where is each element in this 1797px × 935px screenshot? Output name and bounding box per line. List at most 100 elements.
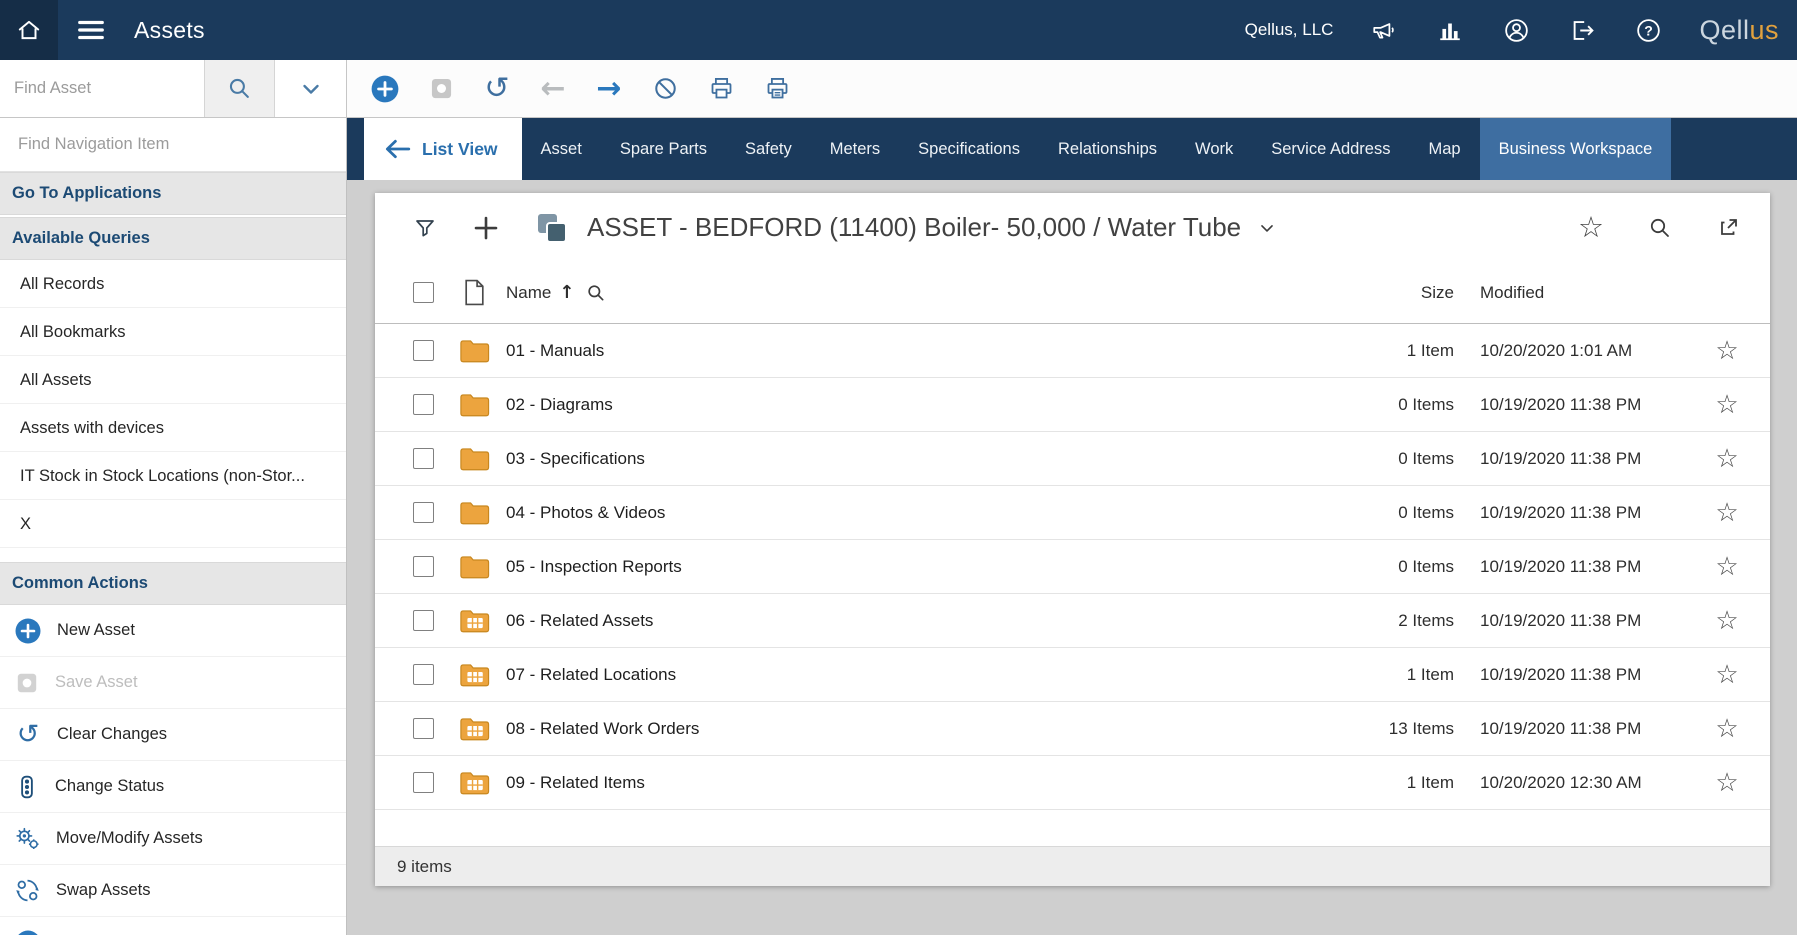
row-favorite-button[interactable]: ☆ [1715,608,1738,634]
row-name-link[interactable]: 07 - Related Locations [506,665,1304,685]
table-row[interactable]: 04 - Photos & Videos 0 Items 10/19/2020 … [375,486,1770,540]
open-workspace-button[interactable] [1716,216,1740,240]
table-row[interactable]: 02 - Diagrams 0 Items 10/19/2020 11:38 P… [375,378,1770,432]
account-button[interactable] [1501,15,1531,45]
add-item-button[interactable] [471,213,501,243]
column-header-size[interactable]: Size [1304,283,1454,303]
row-checkbox[interactable] [413,772,434,793]
table-row[interactable]: 01 - Manuals 1 Item 10/20/2020 1:01 AM ☆ [375,324,1770,378]
query-item-assets-with-devices[interactable]: Assets with devices [0,404,346,452]
find-asset-search-button[interactable] [204,60,274,117]
query-item-x[interactable]: X [0,500,346,548]
column-header-name[interactable]: Name [506,283,551,303]
tab-business-workspace[interactable]: Business Workspace [1480,118,1672,180]
query-item-it-stock[interactable]: IT Stock in Stock Locations (non-Stor... [0,452,346,500]
save-record-button [425,73,457,105]
row-favorite-button[interactable]: ☆ [1715,392,1738,418]
table-row[interactable]: 09 - Related Items 1 Item 10/20/2020 12:… [375,756,1770,810]
tab-spare-parts[interactable]: Spare Parts [601,118,726,180]
table-row[interactable]: 06 - Related Assets 2 Items 10/19/2020 1… [375,594,1770,648]
list-view-tab[interactable]: List View [364,118,522,180]
logout-button[interactable] [1567,15,1597,45]
query-item-all-bookmarks[interactable]: All Bookmarks [0,308,346,356]
filter-button[interactable] [413,216,437,240]
action-associate-users-custodians[interactable]: Associate Users and Custodians [0,917,346,935]
row-checkbox[interactable] [413,556,434,577]
favorite-button[interactable]: ☆ [1578,213,1604,242]
find-navigation-input[interactable] [18,135,328,154]
row-favorite-button[interactable]: ☆ [1715,446,1738,472]
row-name-link[interactable]: 08 - Related Work Orders [506,719,1304,739]
print-button[interactable] [705,73,737,105]
row-size: 13 Items [1304,719,1454,739]
tab-safety[interactable]: Safety [726,118,811,180]
tab-specifications[interactable]: Specifications [899,118,1039,180]
action-change-status[interactable]: Change Status [0,761,346,813]
tab-work[interactable]: Work [1176,118,1252,180]
section-go-to-applications[interactable]: Go To Applications [0,172,346,215]
column-header-modified[interactable]: Modified [1454,283,1684,303]
plus-circle-icon [14,617,42,645]
action-swap-assets[interactable]: Swap Assets [0,865,346,917]
section-common-actions[interactable]: Common Actions [0,562,346,605]
row-checkbox[interactable] [413,718,434,739]
workspace-search-button[interactable] [1648,216,1672,240]
table-row[interactable]: 05 - Inspection Reports 0 Items 10/19/20… [375,540,1770,594]
row-favorite-button[interactable]: ☆ [1715,716,1738,742]
help-button[interactable]: ? [1633,15,1663,45]
column-search-button[interactable] [586,283,606,303]
cancel-record-button[interactable] [649,73,681,105]
row-checkbox[interactable] [413,664,434,685]
action-new-asset[interactable]: New Asset [0,605,346,657]
row-checkbox[interactable] [413,502,434,523]
row-modified: 10/19/2020 11:38 PM [1454,611,1684,631]
menu-button[interactable] [58,0,124,60]
row-favorite-button[interactable]: ☆ [1715,554,1738,580]
tab-meters[interactable]: Meters [811,118,899,180]
select-all-checkbox[interactable] [413,282,434,303]
kpi-button[interactable] [1435,15,1465,45]
row-checkbox[interactable] [413,394,434,415]
row-name-link[interactable]: 06 - Related Assets [506,611,1304,631]
action-move-modify-assets[interactable]: Move/Modify Assets [0,813,346,865]
section-available-queries[interactable]: Available Queries [0,217,346,260]
find-navigation-group [0,118,346,172]
row-name-link[interactable]: 09 - Related Items [506,773,1304,793]
row-checkbox[interactable] [413,610,434,631]
row-name-link[interactable]: 01 - Manuals [506,341,1304,361]
row-checkbox[interactable] [413,448,434,469]
title-dropdown-button[interactable] [1257,218,1277,238]
tab-relationships[interactable]: Relationships [1039,118,1176,180]
query-item-all-records[interactable]: All Records [0,260,346,308]
row-size: 1 Item [1304,773,1454,793]
query-item-all-assets[interactable]: All Assets [0,356,346,404]
row-checkbox[interactable] [413,340,434,361]
folder-icon [459,446,490,472]
action-clear-changes[interactable]: ↺ Clear Changes [0,709,346,761]
find-asset-input[interactable] [0,60,204,117]
new-record-button[interactable] [369,73,401,105]
tab-service-address[interactable]: Service Address [1252,118,1409,180]
row-favorite-button[interactable]: ☆ [1715,500,1738,526]
row-name-link[interactable]: 05 - Inspection Reports [506,557,1304,577]
row-name-link[interactable]: 04 - Photos & Videos [506,503,1304,523]
tab-map[interactable]: Map [1409,118,1479,180]
row-modified: 10/19/2020 11:38 PM [1454,503,1684,523]
undo-button[interactable]: ↺ [481,73,513,105]
announcements-button[interactable] [1369,15,1399,45]
row-favorite-button[interactable]: ☆ [1715,338,1738,364]
row-name-link[interactable]: 02 - Diagrams [506,395,1304,415]
tab-asset[interactable]: Asset [522,118,601,180]
table-row[interactable]: 03 - Specifications 0 Items 10/19/2020 1… [375,432,1770,486]
print-preview-button[interactable] [761,73,793,105]
find-asset-dropdown-button[interactable] [274,60,346,117]
filter-funnel-icon [413,216,437,240]
row-name-link[interactable]: 03 - Specifications [506,449,1304,469]
row-favorite-button[interactable]: ☆ [1715,770,1738,796]
home-button[interactable] [0,0,58,60]
next-record-button[interactable]: → [593,73,625,105]
row-favorite-button[interactable]: ☆ [1715,662,1738,688]
svg-text:?: ? [1644,22,1653,38]
table-row[interactable]: 07 - Related Locations 1 Item 10/19/2020… [375,648,1770,702]
table-row[interactable]: 08 - Related Work Orders 13 Items 10/19/… [375,702,1770,756]
